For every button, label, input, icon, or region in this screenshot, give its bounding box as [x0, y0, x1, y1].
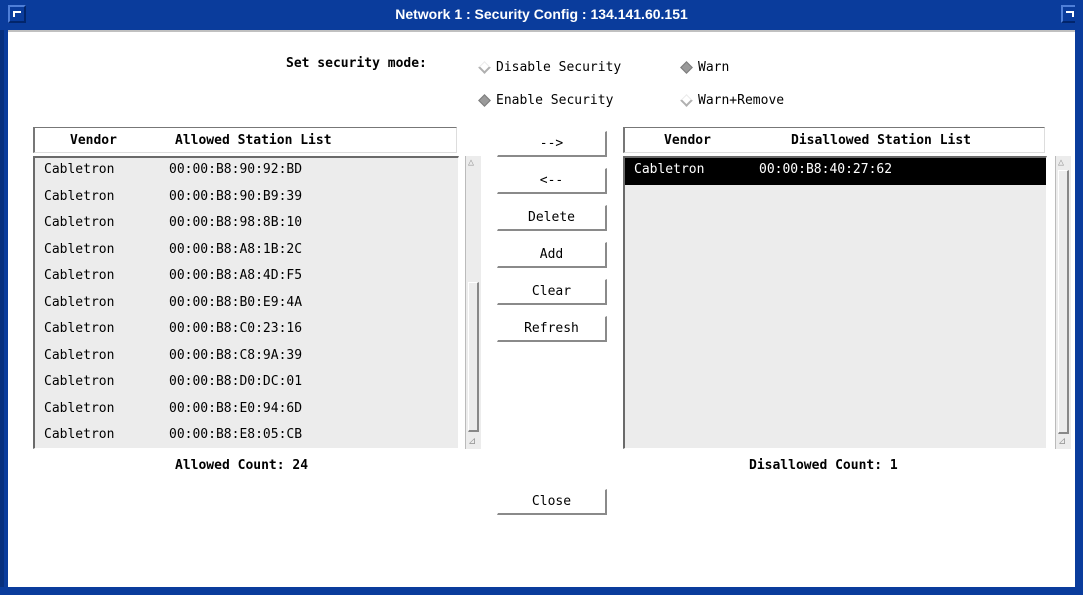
window-border-right[interactable] [1075, 0, 1083, 595]
window-border-notch [0, 30, 4, 590]
scroll-down-icon[interactable]: ⊿ [468, 437, 476, 447]
allowed-vendor-header: Vendor [70, 133, 117, 148]
list-item[interactable]: Cabletron 00:00:B8:E0:94:6D [35, 397, 458, 424]
radio-enable-security[interactable]: Enable Security [478, 93, 614, 108]
list-item[interactable]: Cabletron 00:00:B8:B0:E9:4A [35, 291, 458, 318]
scroll-down-icon[interactable]: ⊿ [1058, 437, 1066, 447]
refresh-button[interactable]: Refresh [497, 316, 607, 342]
list-item[interactable]: Cabletron 00:00:B8:A8:1B:2C [35, 238, 458, 265]
disallowed-vendor-header: Vendor [664, 133, 711, 148]
allowed-list-header: Vendor Allowed Station List [33, 127, 457, 153]
close-button[interactable]: Close [497, 489, 607, 515]
disallowed-list-header: Vendor Disallowed Station List [623, 127, 1045, 153]
radio-on-icon [478, 94, 491, 107]
disallowed-station-list[interactable]: Cabletron 00:00:B8:40:27:62 [623, 156, 1047, 449]
radio-label: Warn [698, 60, 730, 75]
radio-disable-security[interactable]: Disable Security [478, 60, 622, 75]
scrollbar-thumb[interactable] [1058, 170, 1069, 434]
disallowed-scrollbar[interactable]: △ ⊿ [1055, 156, 1071, 449]
allowed-count: Allowed Count: 24 [175, 458, 309, 473]
list-item-selected[interactable]: Cabletron 00:00:B8:40:27:62 [625, 158, 1046, 185]
scroll-up-icon[interactable]: △ [468, 158, 474, 168]
move-to-disallowed-button[interactable]: --> [497, 131, 607, 157]
list-item[interactable]: Cabletron 00:00:B8:C8:9A:39 [35, 344, 458, 371]
allowed-station-list[interactable]: Cabletron 00:00:B8:90:92:BD Cabletron 00:0… [33, 156, 459, 449]
radio-off-icon [680, 94, 693, 107]
list-item[interactable]: Cabletron 00:00:B8:D0:DC:01 [35, 370, 458, 397]
list-item[interactable]: Cabletron 00:00:B8:E8:05:CB [35, 423, 458, 448]
list-item[interactable]: Cabletron 00:00:B8:C0:23:16 [35, 317, 458, 344]
list-item[interactable]: Cabletron 00:00:B8:90:92:BD [35, 158, 458, 185]
window-title: Network 1 : Security Config : 134.141.60… [395, 6, 688, 22]
move-to-allowed-button[interactable]: <-- [497, 168, 607, 194]
disallowed-list-title: Disallowed Station List [791, 133, 972, 148]
list-item[interactable]: Cabletron 00:00:B8:A8:4D:F5 [35, 264, 458, 291]
window-border-bottom[interactable] [0, 587, 1083, 595]
radio-label: Warn+Remove [698, 93, 785, 108]
radio-warn[interactable]: Warn [680, 60, 730, 75]
delete-button[interactable]: Delete [497, 205, 607, 231]
radio-on-icon [680, 61, 693, 74]
security-mode-label: Set security mode: [286, 56, 427, 71]
scrollbar-thumb[interactable] [468, 282, 479, 432]
scroll-up-icon[interactable]: △ [1058, 158, 1064, 168]
radio-label: Enable Security [496, 93, 614, 108]
allowed-list-title: Allowed Station List [175, 133, 332, 148]
radio-warn-remove[interactable]: Warn+Remove [680, 93, 785, 108]
radio-off-icon [478, 61, 491, 74]
list-item[interactable]: Cabletron 00:00:B8:90:B9:39 [35, 185, 458, 212]
allowed-scrollbar[interactable]: △ ⊿ [465, 156, 481, 449]
add-button[interactable]: Add [497, 242, 607, 268]
radio-label: Disable Security [496, 60, 622, 75]
clear-button[interactable]: Clear [497, 279, 607, 305]
title-bar[interactable]: Network 1 : Security Config : 134.141.60… [0, 0, 1083, 30]
list-item[interactable]: Cabletron 00:00:B8:98:8B:10 [35, 211, 458, 238]
disallowed-count: Disallowed Count: 1 [749, 458, 898, 473]
